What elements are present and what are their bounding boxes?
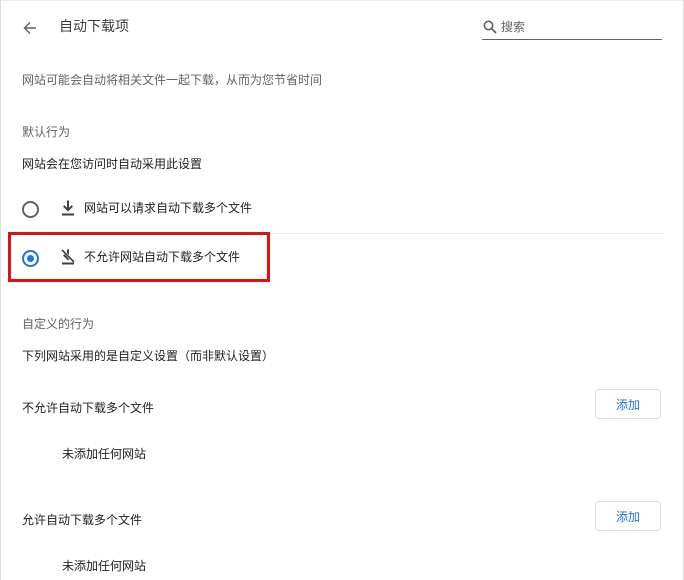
add-blocked-site-button[interactable]: 添加: [595, 389, 661, 419]
search-icon: [483, 20, 497, 34]
download-icon: [62, 200, 74, 216]
option-label: 网站可以请求自动下载多个文件: [84, 201, 253, 215]
search-input[interactable]: [501, 17, 656, 37]
page-title: 自动下载项: [59, 19, 129, 35]
block-list-empty-text: 未添加任何网站: [62, 447, 147, 461]
option-divider: [60, 233, 664, 234]
add-allowed-site-button[interactable]: 添加: [595, 501, 661, 531]
default-behavior-heading: 默认行为: [22, 125, 71, 139]
arrow-back-icon: [23, 22, 36, 34]
allow-list-title: 允许自动下载多个文件: [22, 513, 143, 527]
option-allow-multiple-downloads[interactable]: 网站可以请求自动下载多个文件: [0, 186, 664, 232]
settings-page: 自动下载项 网站可能会自动将相关文件一起下载，从而为您节省时间 默认行为 网站会…: [0, 0, 684, 580]
download-off-icon: [61, 249, 75, 265]
search-field[interactable]: [482, 16, 662, 40]
back-button[interactable]: [18, 16, 42, 40]
top-border: [0, 0, 684, 1]
radio-block[interactable]: [22, 250, 39, 267]
radio-allow[interactable]: [22, 201, 39, 218]
option-block-multiple-downloads[interactable]: 不允许网站自动下载多个文件: [0, 235, 664, 281]
page-description: 网站可能会自动将相关文件一起下载，从而为您节省时间: [22, 73, 323, 87]
allow-list-empty-text: 未添加任何网站: [62, 559, 147, 573]
option-label: 不允许网站自动下载多个文件: [84, 250, 241, 264]
block-list-title: 不允许自动下载多个文件: [22, 401, 155, 415]
left-border: [0, 0, 1, 580]
custom-behavior-heading: 自定义的行为: [22, 317, 95, 331]
custom-behavior-subheading: 下列网站采用的是自定义设置（而非默认设置）: [22, 349, 275, 363]
default-behavior-subheading: 网站会在您访问时自动采用此设置: [22, 157, 203, 171]
